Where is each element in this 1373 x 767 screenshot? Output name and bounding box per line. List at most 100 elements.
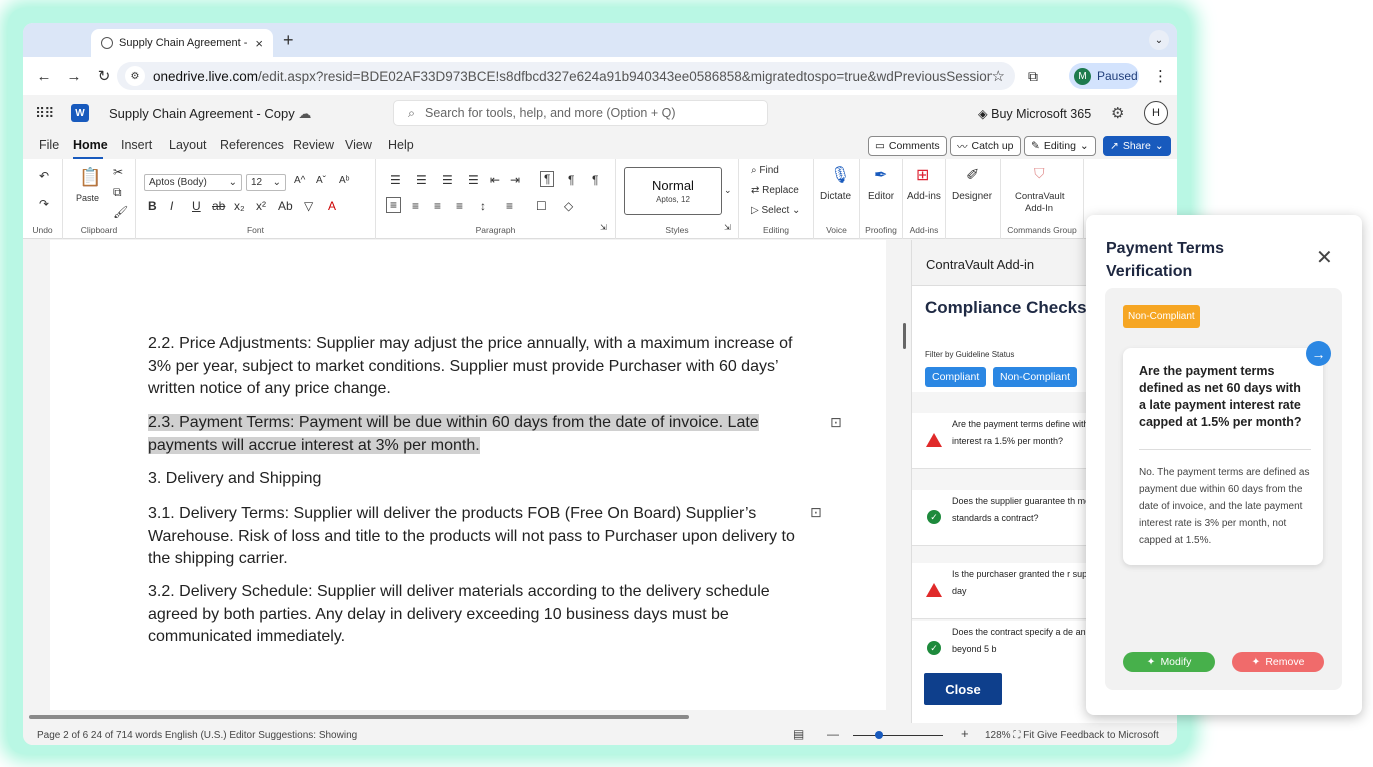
settings-gear-icon[interactable]: ⚙ xyxy=(1111,104,1124,122)
highlighted-payment-terms[interactable]: 2.3. Payment Terms: Payment will be due … xyxy=(148,414,759,454)
tab-file[interactable]: File xyxy=(39,138,59,152)
document-page[interactable]: 2.2. Price Adjustments: Supplier may adj… xyxy=(50,240,886,710)
align-center-icon[interactable]: ≡ xyxy=(412,199,419,213)
tab-references[interactable]: References xyxy=(220,138,284,152)
italic-icon[interactable]: I xyxy=(170,199,173,213)
dictate-label[interactable]: Dictate xyxy=(820,191,851,202)
close-icon[interactable]: ✕ xyxy=(1316,245,1333,270)
word-logo-icon[interactable]: W xyxy=(71,104,89,122)
comments-button[interactable]: ▭ Comments xyxy=(868,136,947,156)
extensions-icon[interactable]: ⧉ xyxy=(1028,68,1038,85)
remove-button[interactable]: ✦ Remove xyxy=(1232,652,1324,672)
paragraph-3-2[interactable]: 3.2. Delivery Schedule: Supplier will de… xyxy=(148,581,808,649)
paragraph-2-2[interactable]: 2.2. Price Adjustments: Supplier may adj… xyxy=(148,333,808,401)
borders-icon[interactable]: ☐ xyxy=(536,199,547,213)
page-view-icon[interactable]: ▤ xyxy=(793,727,804,741)
tab-home[interactable]: Home xyxy=(73,138,108,152)
increase-indent-icon[interactable]: ⇥ xyxy=(510,173,520,187)
app-launcher-icon[interactable]: ⠿⠿ xyxy=(35,105,54,122)
redo-icon[interactable]: ↷ xyxy=(39,197,49,211)
editor-pen-icon[interactable]: ✒ xyxy=(874,165,887,185)
paragraph-2-3[interactable]: 2.3. Payment Terms: Payment will be due … xyxy=(148,412,808,457)
font-name-select[interactable]: Aptos (Body) ⌄ xyxy=(144,174,242,191)
browser-tab[interactable]: Supply Chain Agreement - Copy × xyxy=(91,29,273,57)
tab-close-icon[interactable]: × xyxy=(255,36,263,51)
reload-icon[interactable]: ↻ xyxy=(95,67,113,85)
copy-icon[interactable]: ⧉ xyxy=(113,185,122,200)
contravault-shield-icon[interactable]: ⛉ xyxy=(1034,165,1045,182)
contravault-label-2[interactable]: Add-In xyxy=(1025,203,1053,214)
browser-menu-icon[interactable]: ⋮ xyxy=(1153,67,1168,85)
justify-icon[interactable]: ≡ xyxy=(456,199,463,213)
microphone-icon[interactable]: 🎙 xyxy=(830,165,850,185)
tab-review[interactable]: Review xyxy=(293,138,334,152)
designer-icon[interactable]: ✐ xyxy=(966,165,979,185)
addins-label[interactable]: Add-ins xyxy=(907,191,941,202)
grow-font-icon[interactable]: A^ xyxy=(294,175,305,186)
checklist-icon[interactable]: ☰ xyxy=(468,173,479,187)
numbering-icon[interactable]: ☰ xyxy=(416,173,427,187)
user-avatar[interactable]: H xyxy=(1144,101,1168,125)
profile-button[interactable]: M Paused xyxy=(1069,63,1139,89)
superscript-icon[interactable]: x² xyxy=(256,199,266,213)
style-normal[interactable]: Normal Aptos, 12 xyxy=(624,167,722,215)
ltr-icon[interactable]: ¶ xyxy=(540,171,555,187)
vertical-scrollbar[interactable] xyxy=(903,323,906,349)
site-settings-icon[interactable]: ⚙ xyxy=(125,66,145,86)
tab-view[interactable]: View xyxy=(345,138,372,152)
zoom-out-icon[interactable]: — xyxy=(827,727,839,741)
heading-3[interactable]: 3. Delivery and Shipping xyxy=(148,468,808,491)
decrease-indent-icon[interactable]: ⇤ xyxy=(490,173,500,187)
document-title[interactable]: Supply Chain Agreement - Copy ☁ xyxy=(109,106,311,122)
catch-up-button[interactable]: 〰 Catch up xyxy=(950,136,1021,156)
tab-layout[interactable]: Layout xyxy=(169,138,207,152)
editor-label[interactable]: Editor xyxy=(868,191,894,202)
arrow-right-icon[interactable]: → xyxy=(1306,341,1331,366)
format-painter-icon[interactable]: 🖌 xyxy=(113,205,128,219)
paste-label[interactable]: Paste xyxy=(76,193,99,203)
filter-noncompliant-button[interactable]: Non-Compliant xyxy=(993,367,1078,387)
horizontal-scrollbar[interactable] xyxy=(29,715,689,719)
contravault-label[interactable]: ContraVault xyxy=(1015,191,1064,202)
close-button[interactable]: Close xyxy=(924,673,1002,705)
line-spacing-icon[interactable]: ↕ xyxy=(480,199,486,213)
paragraph-spacing-icon[interactable]: ≡ xyxy=(506,199,513,213)
bullets-icon[interactable]: ☰ xyxy=(390,173,401,187)
zoom-slider[interactable] xyxy=(853,735,943,736)
font-color-icon[interactable]: A xyxy=(328,199,336,213)
bookmark-star-icon[interactable]: ☆ xyxy=(992,67,1005,85)
strikethrough-icon[interactable]: ab xyxy=(212,199,225,213)
comment-check-icon[interactable]: ⊡ xyxy=(810,504,822,521)
addins-grid-icon[interactable]: ⊞ xyxy=(916,165,929,185)
undo-icon[interactable]: ↶ xyxy=(39,169,49,183)
editing-mode-button[interactable]: ✎ Editing ⌄ xyxy=(1024,136,1096,156)
highlighter-icon[interactable]: ▽ xyxy=(304,199,313,213)
filter-compliant-button[interactable]: Compliant xyxy=(925,367,987,387)
align-left-icon[interactable]: ≡ xyxy=(386,197,402,213)
tab-help[interactable]: Help xyxy=(388,138,414,152)
bold-icon[interactable]: B xyxy=(148,199,157,213)
modify-button[interactable]: ✦ Modify xyxy=(1123,652,1215,672)
show-marks-icon[interactable]: ¶ xyxy=(592,173,598,187)
tab-search-chevron-icon[interactable]: ⌄ xyxy=(1149,30,1169,50)
forward-arrow-icon[interactable]: → xyxy=(65,68,83,85)
zoom-slider-knob[interactable] xyxy=(875,731,883,739)
add-comment-icon[interactable]: ⊡ xyxy=(830,414,842,431)
underline-icon[interactable]: U xyxy=(192,199,201,213)
back-arrow-icon[interactable]: ← xyxy=(35,68,53,85)
designer-label[interactable]: Designer xyxy=(952,191,992,202)
multilevel-list-icon[interactable]: ☰ xyxy=(442,173,453,187)
subscript-icon[interactable]: x₂ xyxy=(234,199,245,213)
cut-icon[interactable]: ✂ xyxy=(113,165,123,179)
share-button[interactable]: ↗ Share ⌄ xyxy=(1103,136,1171,156)
styles-chevron-icon[interactable]: ⌄ xyxy=(724,185,732,196)
change-case-icon[interactable]: Ab xyxy=(278,199,293,213)
search-input[interactable]: ⌕ Search for tools, help, and more (Opti… xyxy=(393,100,768,126)
find-button[interactable]: ⌕ Find xyxy=(751,165,779,176)
status-right[interactable]: 128% ⛶ Fit Give Feedback to Microsoft xyxy=(985,730,1159,741)
buy-microsoft-link[interactable]: ◈ Buy Microsoft 365 xyxy=(978,106,1091,121)
new-tab-button[interactable]: + xyxy=(283,30,294,51)
url-text[interactable]: onedrive.live.com/edit.aspx?resid=BDE02A… xyxy=(153,69,992,84)
align-right-icon[interactable]: ≡ xyxy=(434,199,441,213)
replace-button[interactable]: ⇄ Replace xyxy=(751,185,799,196)
